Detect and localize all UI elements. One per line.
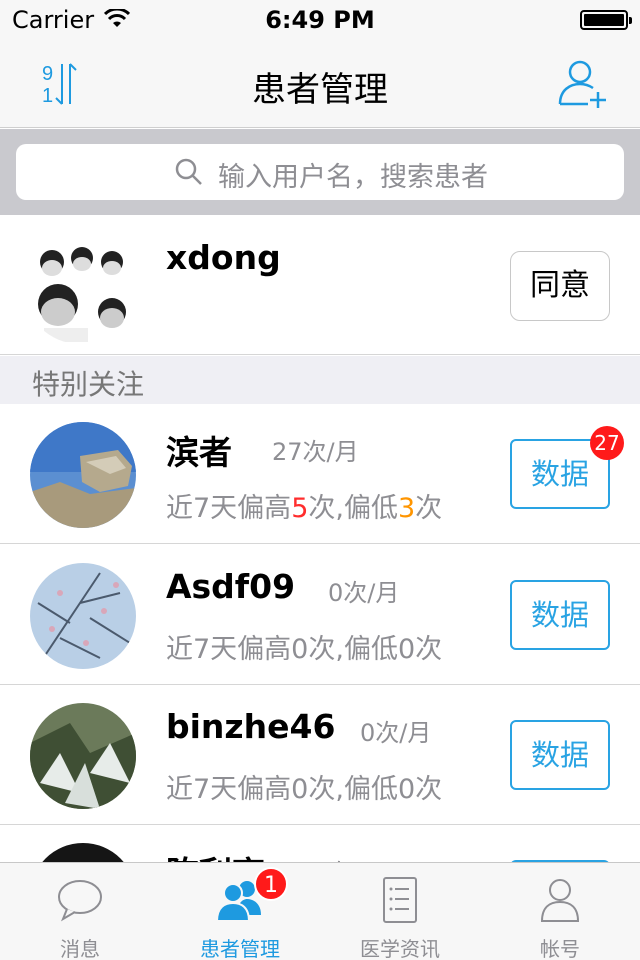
data-button[interactable]: 数据 [510,580,610,650]
tab-badge: 1 [254,867,288,901]
section-header: 特别关注 [0,356,640,404]
patient-name: xdong [166,238,281,277]
search-input[interactable]: 输入用户名，搜索患者 [16,144,624,200]
tab-patients[interactable]: 1 患者管理 [160,863,320,960]
page-title: 患者管理 [252,70,388,110]
tab-label: 医学资讯 [360,937,440,960]
patient-frequency: 0次/月 [360,719,432,747]
search-bar: 输入用户名，搜索患者 [0,129,640,215]
chat-icon [58,880,102,922]
rock-avatar-image [30,422,136,528]
battery-icon [580,10,632,30]
agree-button[interactable]: 同意 [510,251,610,321]
patient-row[interactable]: binzhe46 0次/月 近7天偏高0次,偏低0次 数据 [0,685,640,825]
search-icon [175,158,202,185]
data-button[interactable]: 数据 [510,720,610,790]
patient-name: 滨者 [166,433,232,472]
document-icon [383,877,417,923]
low-count: 3 [397,493,416,524]
tab-bar: 消息 1 患者管理 医学资讯 帐号 [0,862,640,960]
patient-name: binzhe46 [166,707,336,746]
avatar [30,422,136,528]
tab-news[interactable]: 医学资讯 [320,863,480,960]
tab-label: 消息 [60,937,100,960]
high-count: 5 [291,493,309,524]
nav-bar: 9 1 患者管理 [0,40,640,128]
patient-row[interactable]: 滨者 27次/月 近7天偏高5次,偏低3次 数据 27 [0,404,640,544]
avatar [24,232,136,344]
tab-account[interactable]: 帐号 [480,863,640,960]
unread-badge: 27 [590,426,624,460]
avatar [30,563,136,669]
snow-tree-avatar-image [30,703,136,809]
meme-avatar-image [24,232,136,344]
blossom-avatar-image [30,563,136,669]
patient-frequency: 27次/月 [272,438,359,466]
patient-summary: 近7天偏高5次,偏低3次 [166,493,443,524]
status-bar: Carrier 6:49 PM [0,0,640,40]
patient-name: Asdf09 [166,567,296,606]
patient-summary: 近7天偏高0次,偏低0次 [166,774,443,805]
patient-request-row: xdong 同意 [0,216,640,355]
patient-summary: 近7天偏高0次,偏低0次 [166,634,443,665]
search-placeholder: 输入用户名，搜索患者 [218,162,488,193]
tab-messages[interactable]: 消息 [0,863,160,960]
add-user-icon [558,60,606,108]
tab-label: 帐号 [540,937,580,960]
section-title: 特别关注 [32,368,145,401]
patient-row[interactable]: Asdf09 0次/月 近7天偏高0次,偏低0次 数据 [0,545,640,685]
add-patient-button[interactable] [556,56,610,110]
status-time: 6:49 PM [265,6,375,34]
account-icon [540,879,580,922]
patient-frequency: 0次/月 [328,579,400,607]
avatar [30,703,136,809]
tab-label: 患者管理 [200,937,280,960]
